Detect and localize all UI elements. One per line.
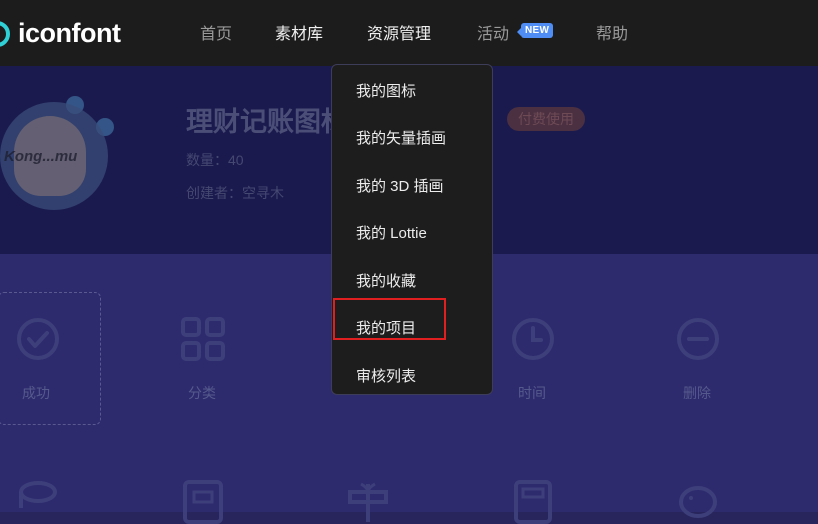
coins-icon[interactable] bbox=[15, 478, 61, 524]
icon-label-success: 成功 bbox=[22, 385, 50, 401]
logo-text: iconfont bbox=[18, 17, 121, 48]
menu-my-favorites[interactable]: 我的收藏 bbox=[356, 270, 416, 291]
avatar: Kong...mu bbox=[0, 96, 114, 214]
piggy-bank-icon[interactable] bbox=[675, 478, 721, 524]
nav-home[interactable]: 首页 bbox=[200, 20, 232, 44]
document-icon[interactable] bbox=[180, 478, 226, 524]
menu-my-icons[interactable]: 我的图标 bbox=[356, 80, 416, 101]
calculator-icon[interactable] bbox=[510, 478, 556, 524]
project-title: 理财记账图标 bbox=[186, 107, 348, 137]
logo[interactable]: iconfont bbox=[0, 15, 121, 51]
gift-icon[interactable] bbox=[345, 478, 391, 524]
icon-count: 数量：40 bbox=[186, 152, 244, 168]
clock-icon[interactable] bbox=[510, 316, 556, 362]
category-icon[interactable] bbox=[180, 316, 226, 362]
minus-circle-icon[interactable] bbox=[675, 316, 721, 362]
menu-my-lottie[interactable]: 我的 Lottie bbox=[356, 222, 427, 243]
nav-resource-management[interactable]: 资源管理 bbox=[367, 20, 431, 44]
nav-activity[interactable]: 活动 bbox=[477, 20, 509, 44]
menu-review-list[interactable]: 审核列表 bbox=[356, 365, 416, 386]
check-circle-icon[interactable] bbox=[15, 316, 61, 362]
nav-help[interactable]: 帮助 bbox=[596, 20, 628, 44]
creator: 创建者：空寻木 bbox=[186, 185, 284, 201]
menu-my-3d-illustrations[interactable]: 我的 3D 插画 bbox=[356, 175, 444, 196]
avatar-text: Kong...mu bbox=[4, 148, 78, 165]
icon-label-time: 时间 bbox=[518, 385, 546, 401]
resource-management-dropdown: 我的图标 我的矢量插画 我的 3D 插画 我的 Lottie 我的收藏 我的项目… bbox=[331, 64, 493, 395]
menu-my-vector-illustrations[interactable]: 我的矢量插画 bbox=[356, 127, 446, 148]
new-badge: NEW bbox=[516, 23, 554, 38]
icon-label-delete: 删除 bbox=[683, 385, 711, 401]
nav-materials[interactable]: 素材库 bbox=[275, 20, 323, 44]
icon-label-category: 分类 bbox=[188, 385, 216, 401]
highlight-box bbox=[333, 298, 446, 340]
paid-badge: 付费使用 bbox=[507, 107, 585, 131]
logo-icon bbox=[0, 18, 16, 48]
